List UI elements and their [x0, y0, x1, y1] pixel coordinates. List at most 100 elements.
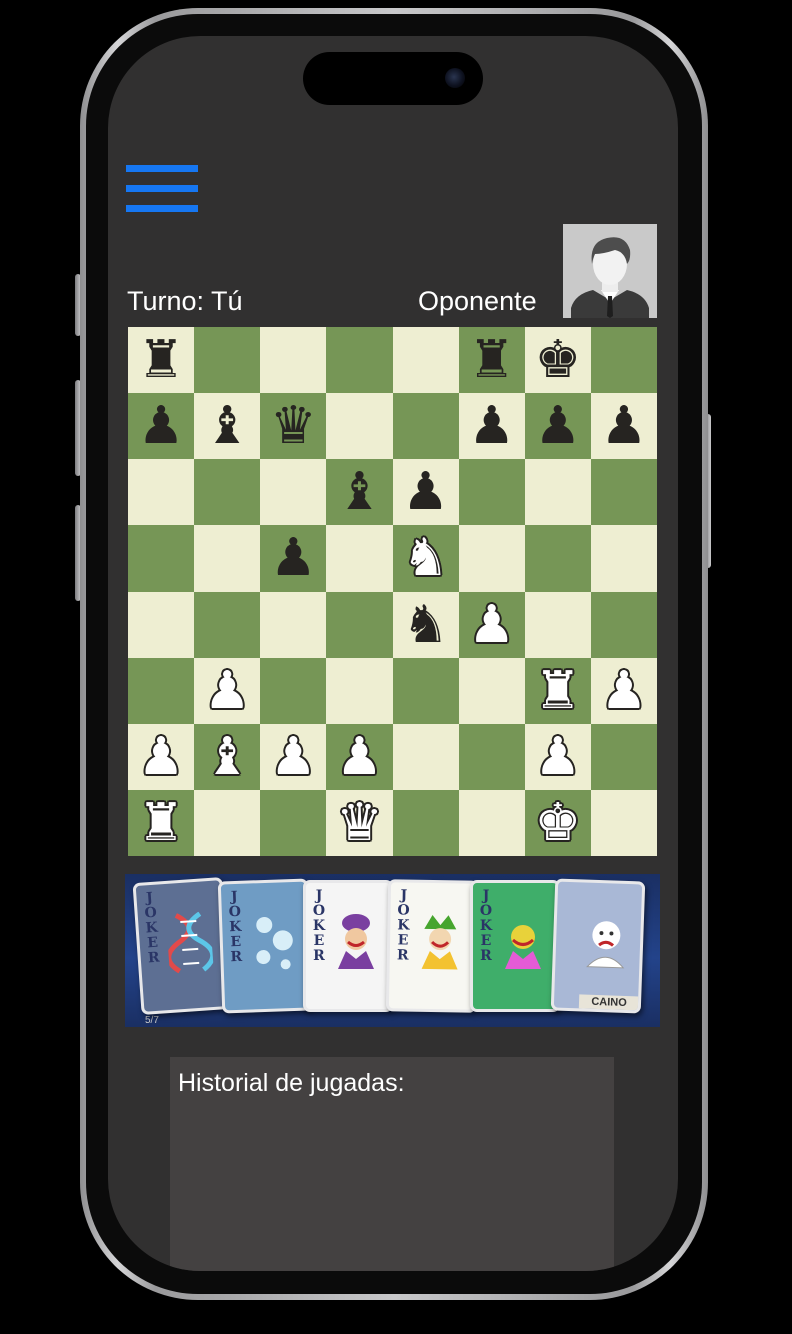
- board-square-h5[interactable]: [590, 525, 657, 592]
- board-square-d8[interactable]: [326, 327, 393, 394]
- black-knight-icon[interactable]: ♞: [402, 599, 449, 651]
- white-rook-icon[interactable]: ♜: [138, 797, 185, 849]
- board-square-e4[interactable]: ♞: [392, 591, 459, 658]
- board-square-e3[interactable]: [392, 657, 459, 724]
- black-pawn-icon[interactable]: ♟: [468, 400, 515, 452]
- board-square-h8[interactable]: [590, 327, 657, 394]
- board-square-a8[interactable]: ♜: [128, 327, 195, 394]
- board-square-b3[interactable]: ♟: [194, 657, 261, 724]
- board-square-g1[interactable]: ♚: [524, 789, 591, 856]
- board-square-c3[interactable]: [260, 657, 327, 724]
- board-square-a5[interactable]: [128, 525, 195, 592]
- joker-card[interactable]: JOKER: [217, 878, 313, 1014]
- board-square-d5[interactable]: [326, 525, 393, 592]
- board-square-b2[interactable]: ♝: [194, 723, 261, 790]
- board-square-g3[interactable]: ♜: [524, 657, 591, 724]
- white-pawn-icon[interactable]: ♟: [270, 731, 317, 783]
- white-king-icon[interactable]: ♚: [535, 797, 582, 849]
- joker-card[interactable]: CAINO: [550, 878, 646, 1014]
- black-pawn-icon[interactable]: ♟: [270, 532, 317, 584]
- board-square-c1[interactable]: [260, 789, 327, 856]
- white-pawn-icon[interactable]: ♟: [468, 599, 515, 651]
- white-pawn-icon[interactable]: ♟: [336, 731, 383, 783]
- board-square-f7[interactable]: ♟: [458, 393, 525, 460]
- board-square-c4[interactable]: [260, 591, 327, 658]
- board-square-c7[interactable]: ♛: [260, 393, 327, 460]
- black-pawn-icon[interactable]: ♟: [535, 400, 582, 452]
- board-square-d2[interactable]: ♟: [326, 723, 393, 790]
- board-square-a6[interactable]: [128, 459, 195, 526]
- board-square-a3[interactable]: [128, 657, 195, 724]
- user-avatar-icon[interactable]: [563, 224, 657, 318]
- board-square-h1[interactable]: [590, 789, 657, 856]
- white-bishop-icon[interactable]: ♝: [204, 731, 251, 783]
- chess-board[interactable]: ♜ ♜ ♚ ♟ ♝ ♛ ♟ ♟ ♟ ♝ ♟ ♟ ♞ ♞ ♟ ♟ ♜ ♟ ♟ ♝ ♟ ♟ ♟ ♜ ♛ ♚: [128, 327, 657, 856]
- joker-card[interactable]: JOKER: [385, 879, 479, 1013]
- board-square-a1[interactable]: ♜: [128, 789, 195, 856]
- black-rook-icon[interactable]: ♜: [468, 334, 515, 386]
- white-pawn-icon[interactable]: ♟: [138, 731, 185, 783]
- board-square-b6[interactable]: [194, 459, 261, 526]
- board-square-a2[interactable]: ♟: [128, 723, 195, 790]
- board-square-f5[interactable]: [458, 525, 525, 592]
- board-square-g4[interactable]: [524, 591, 591, 658]
- board-square-f3[interactable]: [458, 657, 525, 724]
- board-square-e2[interactable]: [392, 723, 459, 790]
- board-square-e1[interactable]: [392, 789, 459, 856]
- board-square-e8[interactable]: [392, 327, 459, 394]
- board-square-d6[interactable]: ♝: [326, 459, 393, 526]
- board-square-h7[interactable]: ♟: [590, 393, 657, 460]
- board-square-b5[interactable]: [194, 525, 261, 592]
- board-square-f2[interactable]: [458, 723, 525, 790]
- board-square-d3[interactable]: [326, 657, 393, 724]
- board-square-c6[interactable]: [260, 459, 327, 526]
- board-square-h4[interactable]: [590, 591, 657, 658]
- board-square-b1[interactable]: [194, 789, 261, 856]
- board-square-g8[interactable]: ♚: [524, 327, 591, 394]
- black-queen-icon[interactable]: ♛: [270, 400, 317, 452]
- board-square-d4[interactable]: [326, 591, 393, 658]
- black-bishop-icon[interactable]: ♝: [336, 466, 383, 518]
- board-square-h6[interactable]: [590, 459, 657, 526]
- board-square-f1[interactable]: [458, 789, 525, 856]
- hamburger-menu-icon[interactable]: [126, 164, 200, 214]
- board-square-b8[interactable]: [194, 327, 261, 394]
- black-pawn-icon[interactable]: ♟: [138, 400, 185, 452]
- white-knight-icon[interactable]: ♞: [402, 532, 449, 584]
- board-square-c8[interactable]: [260, 327, 327, 394]
- board-square-f6[interactable]: [458, 459, 525, 526]
- board-square-c5[interactable]: ♟: [260, 525, 327, 592]
- white-rook-icon[interactable]: ♜: [535, 665, 582, 717]
- white-queen-icon[interactable]: ♛: [336, 797, 383, 849]
- black-rook-icon[interactable]: ♜: [138, 334, 185, 386]
- black-pawn-icon[interactable]: ♟: [402, 466, 449, 518]
- white-pawn-icon[interactable]: ♟: [204, 665, 251, 717]
- opponent-name: Oponente: [418, 286, 537, 316]
- white-pawn-icon[interactable]: ♟: [601, 665, 648, 717]
- board-square-g2[interactable]: ♟: [524, 723, 591, 790]
- joker-card[interactable]: JOKER: [470, 880, 560, 1012]
- white-pawn-icon[interactable]: ♟: [535, 731, 582, 783]
- board-square-e6[interactable]: ♟: [392, 459, 459, 526]
- board-square-f4[interactable]: ♟: [458, 591, 525, 658]
- board-square-e5[interactable]: ♞: [392, 525, 459, 592]
- board-square-g5[interactable]: [524, 525, 591, 592]
- black-pawn-icon[interactable]: ♟: [601, 400, 648, 452]
- board-square-g6[interactable]: [524, 459, 591, 526]
- board-square-a4[interactable]: [128, 591, 195, 658]
- board-square-c2[interactable]: ♟: [260, 723, 327, 790]
- joker-card[interactable]: JOKER: [132, 877, 232, 1015]
- joker-card[interactable]: JOKER: [303, 880, 393, 1012]
- black-king-icon[interactable]: ♚: [535, 334, 582, 386]
- black-bishop-icon[interactable]: ♝: [204, 400, 251, 452]
- board-square-g7[interactable]: ♟: [524, 393, 591, 460]
- board-square-d1[interactable]: ♛: [326, 789, 393, 856]
- board-square-a7[interactable]: ♟: [128, 393, 195, 460]
- board-square-h3[interactable]: ♟: [590, 657, 657, 724]
- board-square-h2[interactable]: [590, 723, 657, 790]
- board-square-d7[interactable]: [326, 393, 393, 460]
- board-square-b7[interactable]: ♝: [194, 393, 261, 460]
- board-square-b4[interactable]: [194, 591, 261, 658]
- board-square-e7[interactable]: [392, 393, 459, 460]
- board-square-f8[interactable]: ♜: [458, 327, 525, 394]
